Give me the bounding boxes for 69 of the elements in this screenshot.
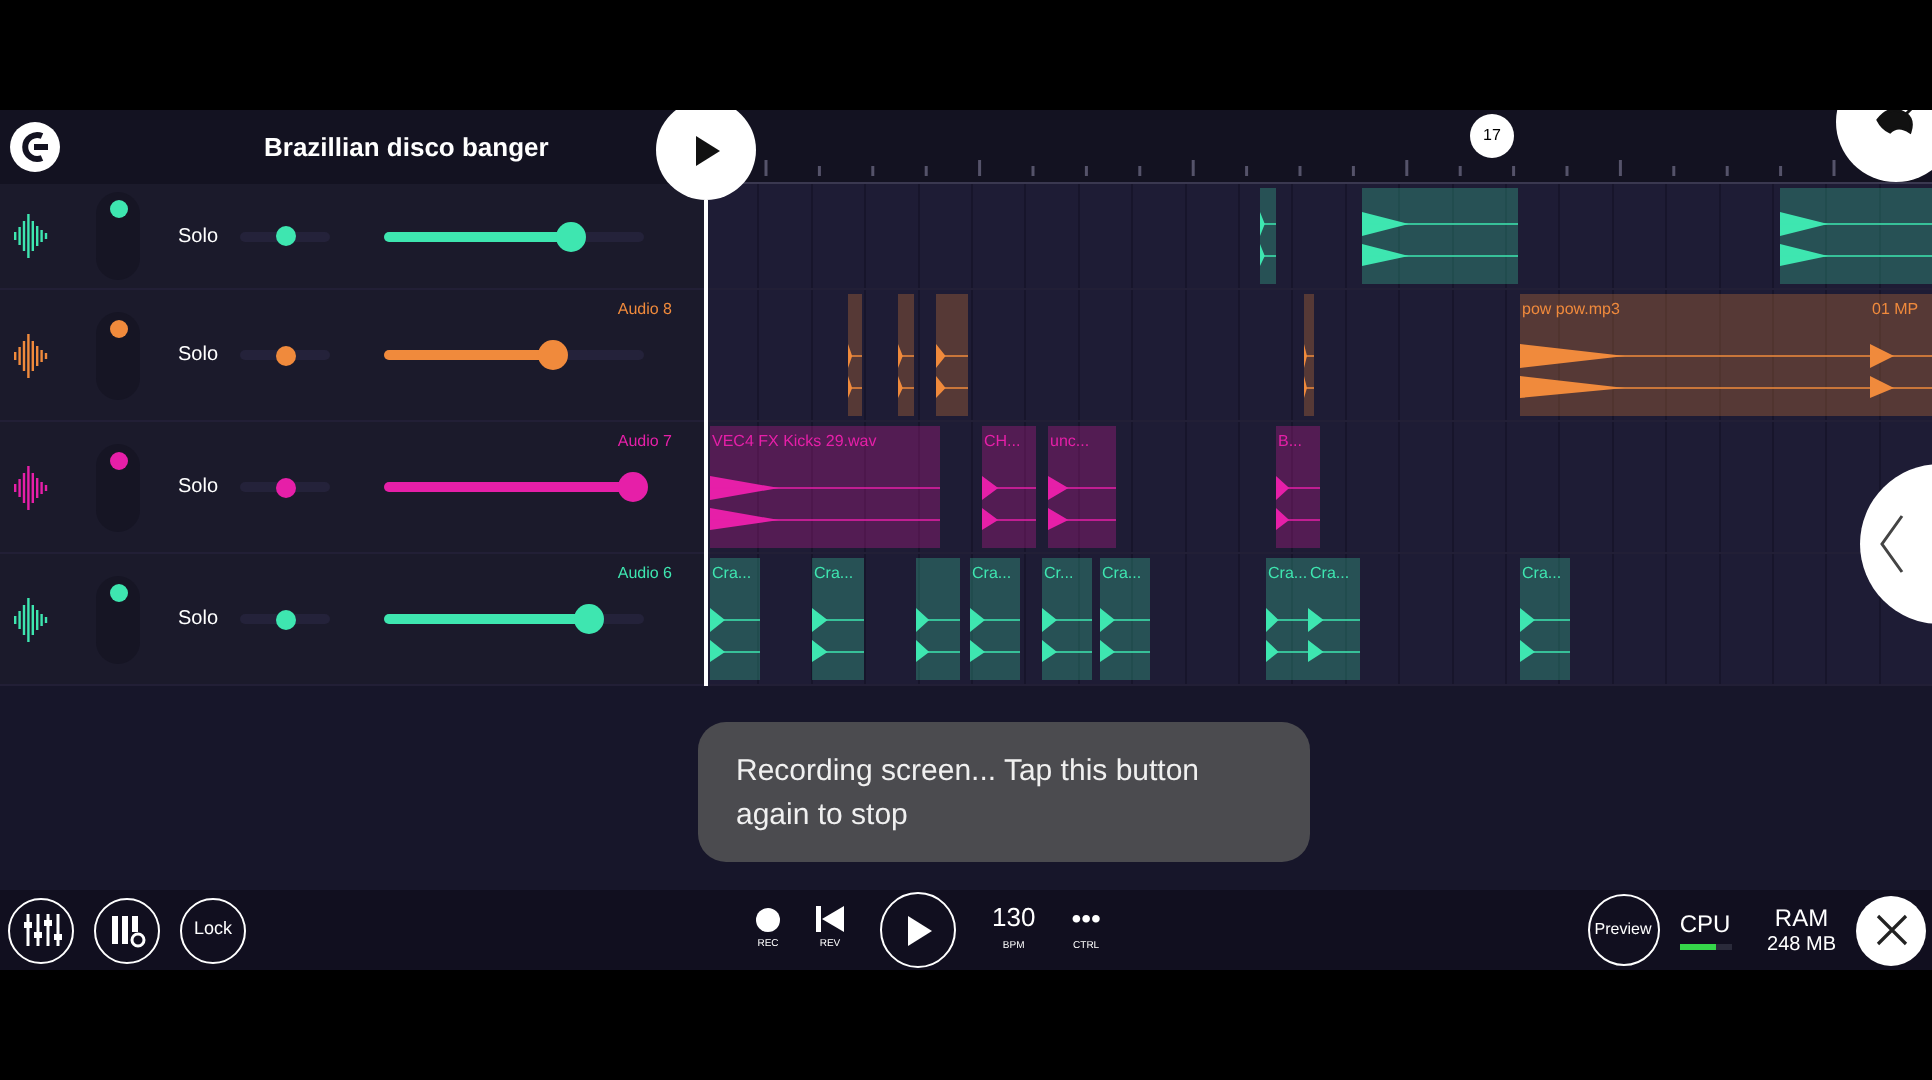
audio-clip[interactable] [848, 294, 862, 416]
waveform-icon [14, 212, 50, 260]
waveform-icon [14, 463, 50, 511]
clip-label: Cra... [712, 562, 752, 586]
audio-clip[interactable]: Cra... [1266, 558, 1308, 680]
audio-clip[interactable] [1304, 294, 1314, 416]
track-name: Audio 6 [617, 562, 672, 586]
solo-button[interactable]: Solo [174, 221, 222, 251]
audio-clip[interactable]: Cra... [1308, 558, 1360, 680]
audio-clip[interactable]: Cra... [1520, 558, 1570, 680]
clip-label: B... [1278, 430, 1303, 454]
piano-settings-icon[interactable] [94, 897, 160, 963]
ram-label: RAM [1774, 905, 1829, 929]
audio-clip[interactable] [936, 294, 968, 416]
clip-label: CH... [984, 430, 1021, 454]
audio-clip[interactable]: CH... [982, 426, 1036, 548]
lock-button[interactable]: Lock [180, 897, 246, 963]
clip-label: Cra... [814, 562, 854, 586]
ram-value: 248 MB [1767, 935, 1836, 955]
clip-label: Cr... [1044, 562, 1074, 586]
solo-button[interactable]: Solo [174, 604, 222, 634]
clip-label: VEC4 FX Kicks 29.wav [712, 430, 877, 454]
audio-clip[interactable] [916, 558, 960, 680]
audio-clip[interactable]: 01 MP [1870, 294, 1932, 416]
track-name: Audio 7 [617, 430, 672, 454]
waveform-icon [14, 595, 50, 643]
audio-clip[interactable]: Cr... [1042, 558, 1092, 680]
clip-label: Cra... [1102, 562, 1142, 586]
audio-clip[interactable]: unc... [1048, 426, 1116, 548]
clip-label: unc... [1050, 430, 1090, 454]
solo-button[interactable]: Solo [174, 340, 222, 370]
project-title: Brazillian disco banger [264, 129, 549, 166]
volume-slider[interactable] [384, 471, 644, 503]
track-toggle[interactable] [96, 311, 140, 399]
close-icon[interactable] [1856, 895, 1926, 965]
audio-clip[interactable] [1362, 188, 1518, 284]
audio-clip[interactable]: Cra... [1100, 558, 1150, 680]
track-name: Audio 8 [617, 298, 672, 322]
audio-clip[interactable] [1780, 188, 1932, 284]
clip-label: Cra... [1522, 562, 1562, 586]
clip-label: Cra... [1268, 562, 1308, 586]
app-logo-icon[interactable] [10, 122, 60, 172]
audio-clip[interactable]: Cra... [812, 558, 864, 680]
toast-message: Recording screen... Tap this button again to stop [698, 722, 1310, 862]
track-toggle[interactable] [96, 575, 140, 663]
clip-label: Cra... [1310, 562, 1350, 586]
track-toggle[interactable] [96, 192, 140, 280]
clip-label: Cra... [972, 562, 1012, 586]
audio-clip[interactable]: B... [1276, 426, 1320, 548]
audio-clip[interactable]: Cra... [710, 558, 760, 680]
cpu-meter [1679, 943, 1732, 949]
clip-label: pow pow.mp3 [1522, 298, 1620, 322]
solo-button[interactable]: Solo [174, 472, 222, 502]
audio-clip[interactable]: VEC4 FX Kicks 29.wav [710, 426, 940, 548]
waveform-icon [14, 331, 50, 379]
audio-clip[interactable]: pow pow.mp3 [1520, 294, 1870, 416]
mixer-icon[interactable] [8, 897, 74, 963]
volume-slider[interactable] [384, 603, 644, 635]
volume-slider[interactable] [384, 339, 644, 371]
audio-clip[interactable] [898, 294, 914, 416]
track-toggle[interactable] [96, 443, 140, 531]
play-icon[interactable] [880, 892, 956, 968]
audio-clip[interactable]: Cra... [970, 558, 1020, 680]
preview-button[interactable]: Preview [1587, 894, 1660, 966]
audio-clip[interactable] [1260, 188, 1276, 284]
clip-label: 01 MP [1872, 298, 1919, 322]
cpu-label: CPU [1679, 911, 1731, 935]
bar-marker: 17 [1470, 114, 1514, 158]
volume-slider[interactable] [384, 220, 644, 252]
